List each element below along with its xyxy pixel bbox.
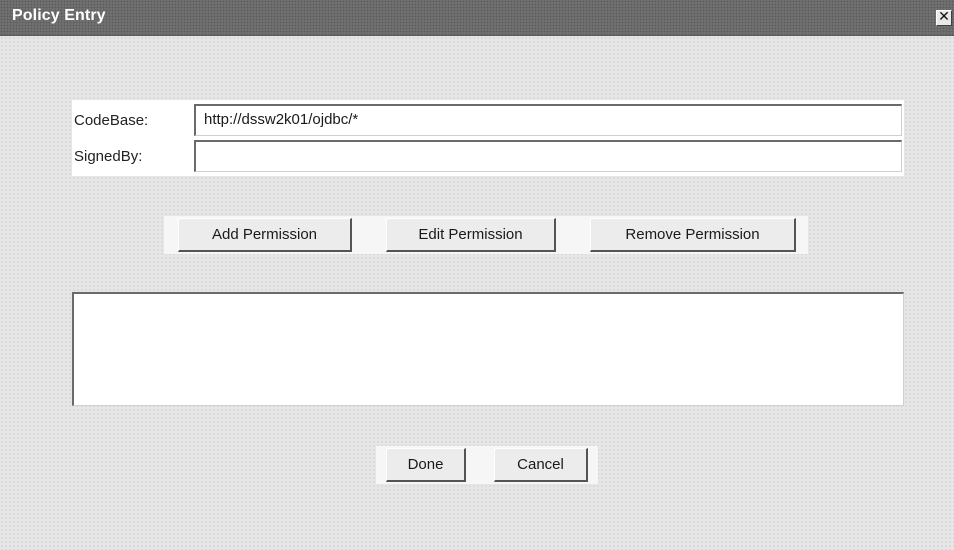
done-button[interactable]: Done: [386, 448, 466, 482]
remove-permission-button[interactable]: Remove Permission: [590, 218, 796, 252]
codebase-input[interactable]: http://dssw2k01/ojdbc/*: [194, 104, 902, 136]
permissions-list[interactable]: [72, 292, 904, 406]
title-bar[interactable]: Policy Entry ✕: [0, 0, 954, 36]
close-button[interactable]: ✕: [936, 10, 952, 26]
policy-entry-dialog: Policy Entry ✕ CodeBase: http://dssw2k01…: [0, 0, 954, 550]
entry-fields-panel: CodeBase: http://dssw2k01/ojdbc/* Signed…: [72, 100, 904, 176]
codebase-label: CodeBase:: [74, 112, 149, 129]
permission-button-row: Add Permission Edit Permission Remove Pe…: [164, 216, 808, 254]
edit-permission-button[interactable]: Edit Permission: [386, 218, 556, 252]
close-icon: ✕: [938, 9, 950, 25]
footer-button-row: Done Cancel: [376, 446, 598, 484]
add-permission-button[interactable]: Add Permission: [178, 218, 352, 252]
cancel-button[interactable]: Cancel: [494, 448, 588, 482]
window-title: Policy Entry: [12, 7, 106, 24]
signedby-label: SignedBy:: [74, 148, 143, 165]
signedby-input[interactable]: [194, 140, 902, 172]
